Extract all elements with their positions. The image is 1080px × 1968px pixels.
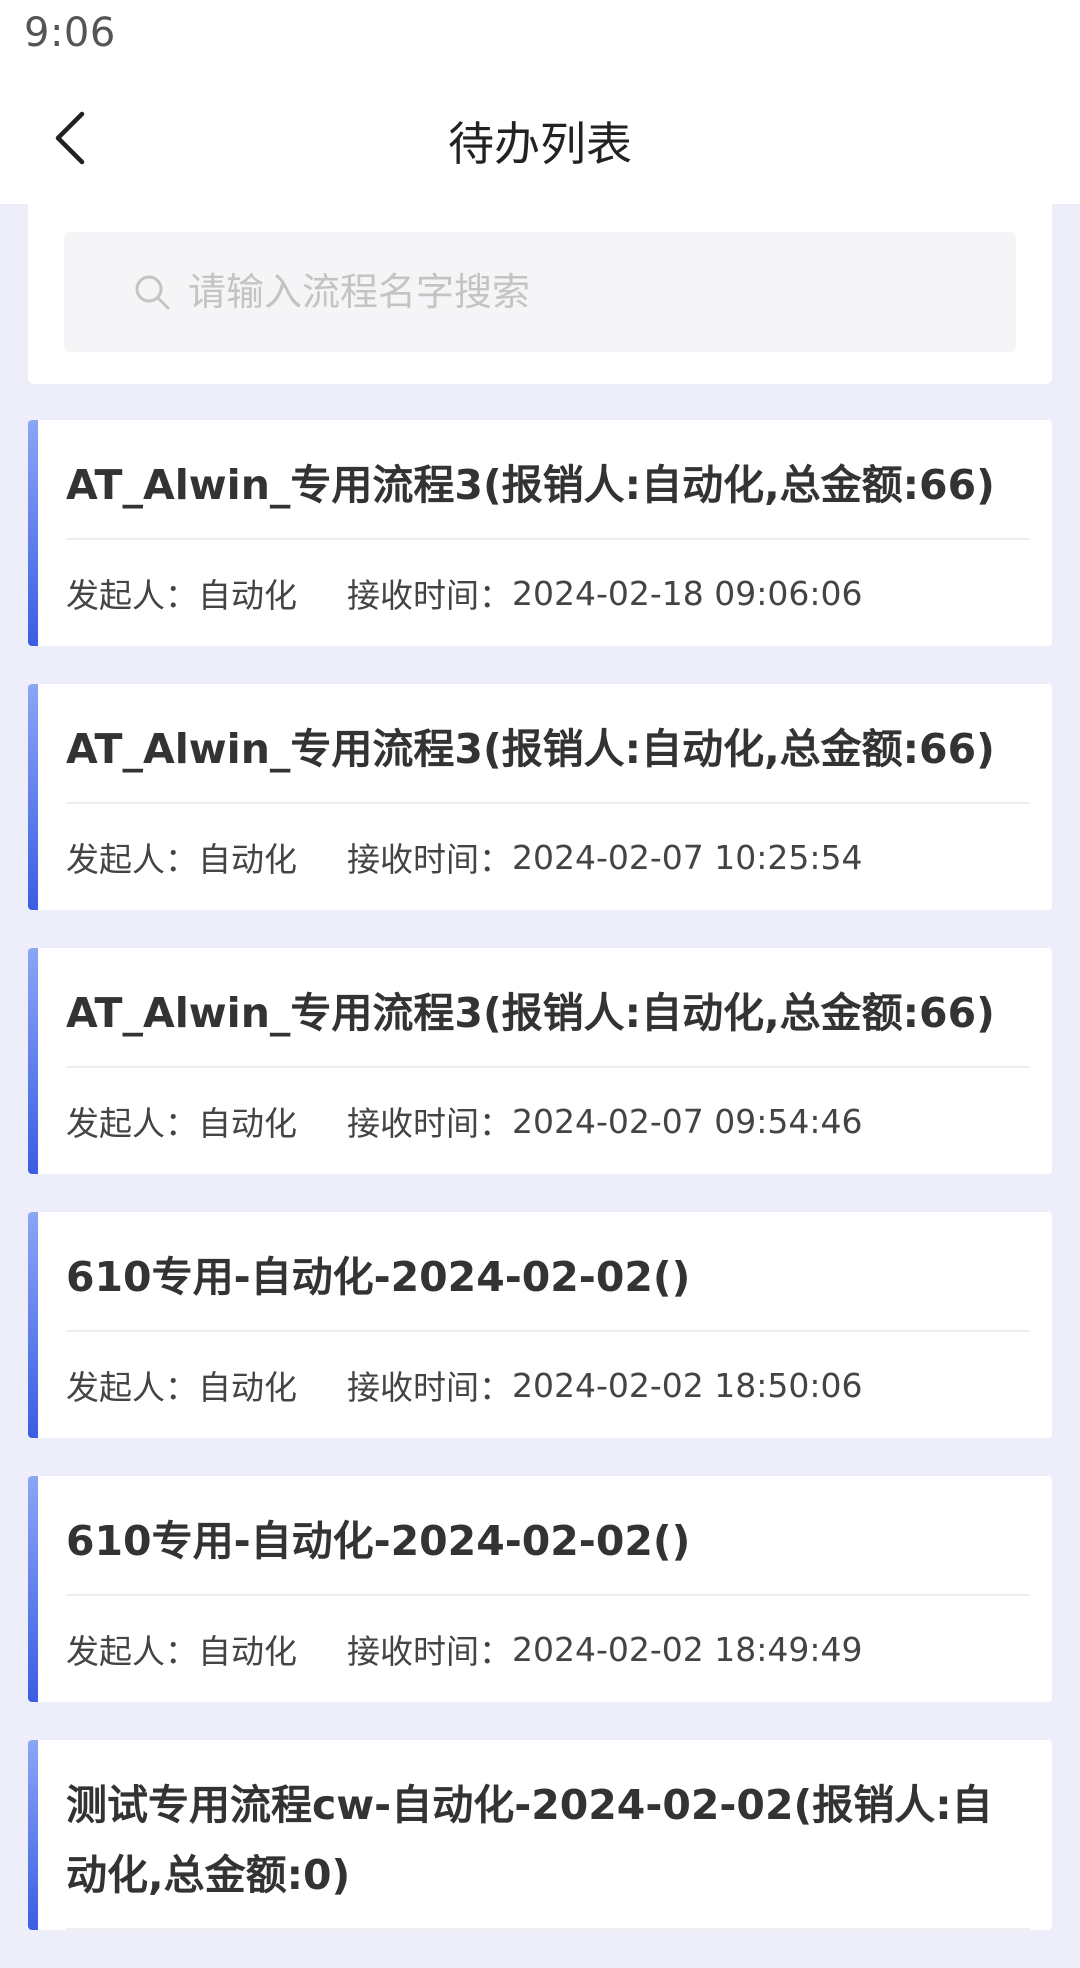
initiator-label: 发起人： <box>66 1632 198 1671</box>
card-divider <box>66 1928 1030 1930</box>
initiator-label: 发起人： <box>66 1104 198 1143</box>
received-time-value: 2024-02-02 18:50:06 <box>512 1365 863 1405</box>
card-accent-bar <box>28 1740 38 1930</box>
search-input[interactable] <box>186 269 950 315</box>
card-title: AT_Alwin_专用流程3(报销人:自动化,总金额:66) <box>66 989 995 1037</box>
card-meta: 发起人： 自动化 接收时间： 2024-02-02 18:49:49 <box>28 1596 1052 1702</box>
card-accent-bar <box>28 420 38 646</box>
status-bar: 9:06 <box>0 0 1080 80</box>
received-time-value: 2024-02-02 18:49:49 <box>512 1629 863 1669</box>
page-title: 待办列表 <box>448 117 632 171</box>
card-title: 610专用-自动化-2024-02-02() <box>66 1253 691 1301</box>
card-title: AT_Alwin_专用流程3(报销人:自动化,总金额:66) <box>66 461 995 509</box>
todo-card[interactable]: AT_Alwin_专用流程3(报销人:自动化,总金额:66) 发起人： 自动化 接收时… <box>28 420 1052 646</box>
initiator-label: 发起人： <box>66 1368 198 1407</box>
card-title: 测试专用流程cw-自动化-2024-02-02(报销人:自动化,总金额:0) <box>66 1781 993 1899</box>
received-time-label: 接收时间： <box>347 1368 512 1407</box>
card-meta: 发起人： 自动化 接收时间： 2024-02-18 09:06:06 <box>28 540 1052 646</box>
todo-card[interactable]: AT_Alwin_专用流程3(报销人:自动化,总金额:66) 发起人： 自动化 接收时… <box>28 948 1052 1174</box>
initiator-value: 自动化 <box>198 576 297 615</box>
initiator-label: 发起人： <box>66 840 198 879</box>
card-meta: 发起人： 自动化 接收时间： 2024-02-07 09:54:46 <box>28 1068 1052 1174</box>
card-title: AT_Alwin_专用流程3(报销人:自动化,总金额:66) <box>66 725 995 773</box>
received-time-label: 接收时间： <box>347 576 512 615</box>
status-time: 9:06 <box>24 10 116 56</box>
card-meta: 发起人： 自动化 接收时间： 2024-02-07 10:25:54 <box>28 804 1052 910</box>
todo-card[interactable]: 测试专用流程cw-自动化-2024-02-02(报销人:自动化,总金额:0) <box>28 1740 1052 1930</box>
search-box[interactable] <box>64 232 1016 352</box>
initiator-label: 发起人： <box>66 576 198 615</box>
initiator-value: 自动化 <box>198 840 297 879</box>
todo-card[interactable]: 610专用-自动化-2024-02-02() 发起人： 自动化 接收时间： 2024-0… <box>28 1212 1052 1438</box>
received-time-label: 接收时间： <box>347 840 512 879</box>
todo-list: AT_Alwin_专用流程3(报销人:自动化,总金额:66) 发起人： 自动化 接收时… <box>28 420 1052 1968</box>
initiator-value: 自动化 <box>198 1368 297 1407</box>
card-accent-bar <box>28 1212 38 1438</box>
search-icon <box>130 270 174 314</box>
received-time-label: 接收时间： <box>347 1632 512 1671</box>
received-time-value: 2024-02-18 09:06:06 <box>512 573 863 613</box>
card-meta: 发起人： 自动化 接收时间： 2024-02-02 18:50:06 <box>28 1332 1052 1438</box>
card-accent-bar <box>28 684 38 910</box>
received-time-value: 2024-02-07 10:25:54 <box>512 837 863 877</box>
card-accent-bar <box>28 1476 38 1702</box>
received-time-value: 2024-02-07 09:54:46 <box>512 1101 863 1141</box>
todo-card[interactable]: AT_Alwin_专用流程3(报销人:自动化,总金额:66) 发起人： 自动化 接收时… <box>28 684 1052 910</box>
todo-card[interactable]: 610专用-自动化-2024-02-02() 发起人： 自动化 接收时间： 2024-0… <box>28 1476 1052 1702</box>
initiator-value: 自动化 <box>198 1632 297 1671</box>
card-title: 610专用-自动化-2024-02-02() <box>66 1517 691 1565</box>
header: 待办列表 <box>0 80 1080 204</box>
card-accent-bar <box>28 948 38 1174</box>
initiator-value: 自动化 <box>198 1104 297 1143</box>
search-panel <box>28 204 1052 384</box>
received-time-label: 接收时间： <box>347 1104 512 1143</box>
